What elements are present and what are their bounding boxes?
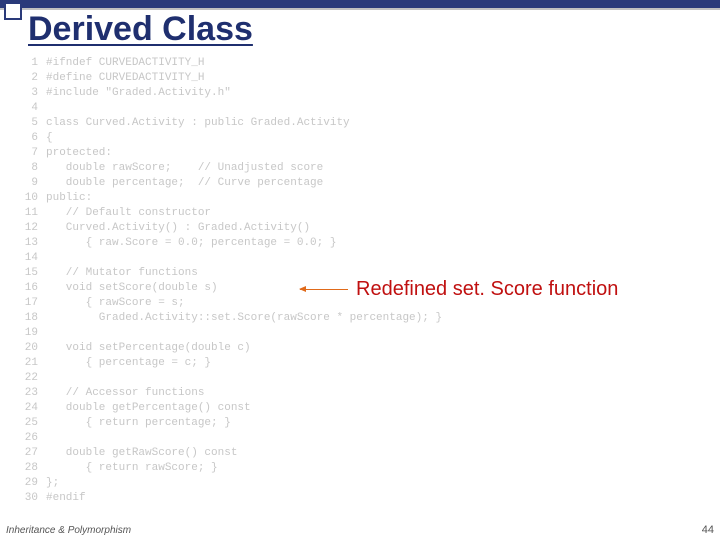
code-line: 14: [20, 251, 442, 266]
code-line: 3#include "Graded.Activity.h": [20, 86, 442, 101]
corner-decoration: [4, 2, 22, 20]
code-line: 10public:: [20, 191, 442, 206]
code-text: protected:: [46, 146, 112, 161]
code-line: 18 Graded.Activity::set.Score(rawScore *…: [20, 311, 442, 326]
code-text: { return rawScore; }: [46, 461, 218, 476]
code-line: 22: [20, 371, 442, 386]
line-number: 14: [20, 251, 46, 266]
code-text: { rawScore = s;: [46, 296, 185, 311]
line-number: 9: [20, 176, 46, 191]
code-line: 1#ifndef CURVEDACTIVITY_H: [20, 56, 442, 71]
line-number: 24: [20, 401, 46, 416]
code-text: { raw.Score = 0.0; percentage = 0.0; }: [46, 236, 336, 251]
line-number: 16: [20, 281, 46, 296]
code-text: public:: [46, 191, 92, 206]
line-number: 26: [20, 431, 46, 446]
code-line: 26: [20, 431, 442, 446]
line-number: 10: [20, 191, 46, 206]
code-text: #endif: [46, 491, 86, 506]
code-line: 8 double rawScore; // Unadjusted score: [20, 161, 442, 176]
code-line: 7protected:: [20, 146, 442, 161]
code-text: Curved.Activity() : Graded.Activity(): [46, 221, 310, 236]
code-text: double getRawScore() const: [46, 446, 237, 461]
code-text: // Accessor functions: [46, 386, 204, 401]
line-number: 6: [20, 131, 46, 146]
line-number: 22: [20, 371, 46, 386]
line-number: 15: [20, 266, 46, 281]
code-line: 4: [20, 101, 442, 116]
code-text: { return percentage; }: [46, 416, 231, 431]
code-line: 13 { raw.Score = 0.0; percentage = 0.0; …: [20, 236, 442, 251]
code-text: #ifndef CURVEDACTIVITY_H: [46, 56, 204, 71]
code-line: 5class Curved.Activity : public Graded.A…: [20, 116, 442, 131]
code-line: 12 Curved.Activity() : Graded.Activity(): [20, 221, 442, 236]
line-number: 5: [20, 116, 46, 131]
code-line: 6{: [20, 131, 442, 146]
footer-topic: Inheritance & Polymorphism: [6, 525, 131, 536]
code-text: // Default constructor: [46, 206, 211, 221]
slide-topbar: [0, 0, 720, 10]
annotation-label: Redefined set. Score function: [356, 278, 618, 301]
line-number: 28: [20, 461, 46, 476]
code-line: 20 void setPercentage(double c): [20, 341, 442, 356]
code-text: { percentage = c; }: [46, 356, 211, 371]
line-number: 19: [20, 326, 46, 341]
line-number: 2: [20, 71, 46, 86]
code-line: 9 double percentage; // Curve percentage: [20, 176, 442, 191]
line-number: 17: [20, 296, 46, 311]
code-text: #define CURVEDACTIVITY_H: [46, 71, 204, 86]
code-text: {: [46, 131, 53, 146]
line-number: 18: [20, 311, 46, 326]
code-text: double getPercentage() const: [46, 401, 251, 416]
code-line: 30#endif: [20, 491, 442, 506]
code-line: 28 { return rawScore; }: [20, 461, 442, 476]
line-number: 3: [20, 86, 46, 101]
line-number: 29: [20, 476, 46, 491]
code-text: // Mutator functions: [46, 266, 198, 281]
code-line: 24 double getPercentage() const: [20, 401, 442, 416]
code-line: 25 { return percentage; }: [20, 416, 442, 431]
code-text: void setPercentage(double c): [46, 341, 251, 356]
code-line: 19: [20, 326, 442, 341]
code-line: 2#define CURVEDACTIVITY_H: [20, 71, 442, 86]
code-line: 29};: [20, 476, 442, 491]
line-number: 25: [20, 416, 46, 431]
code-text: void setScore(double s): [46, 281, 218, 296]
line-number: 8: [20, 161, 46, 176]
code-text: };: [46, 476, 59, 491]
code-text: double percentage; // Curve percentage: [46, 176, 323, 191]
code-line: 21 { percentage = c; }: [20, 356, 442, 371]
line-number: 11: [20, 206, 46, 221]
annotation: Redefined set. Score function: [300, 278, 618, 301]
code-line: 11 // Default constructor: [20, 206, 442, 221]
code-text: class Curved.Activity : public Graded.Ac…: [46, 116, 350, 131]
page-number: 44: [702, 524, 714, 536]
line-number: 12: [20, 221, 46, 236]
line-number: 20: [20, 341, 46, 356]
arrow-icon: [300, 289, 348, 290]
code-text: #include "Graded.Activity.h": [46, 86, 231, 101]
line-number: 7: [20, 146, 46, 161]
code-text: Graded.Activity::set.Score(rawScore * pe…: [46, 311, 442, 326]
page-title: Derived Class: [28, 10, 253, 49]
line-number: 13: [20, 236, 46, 251]
code-line: 27 double getRawScore() const: [20, 446, 442, 461]
line-number: 4: [20, 101, 46, 116]
line-number: 27: [20, 446, 46, 461]
line-number: 21: [20, 356, 46, 371]
code-text: double rawScore; // Unadjusted score: [46, 161, 323, 176]
line-number: 23: [20, 386, 46, 401]
line-number: 30: [20, 491, 46, 506]
code-line: 23 // Accessor functions: [20, 386, 442, 401]
line-number: 1: [20, 56, 46, 71]
